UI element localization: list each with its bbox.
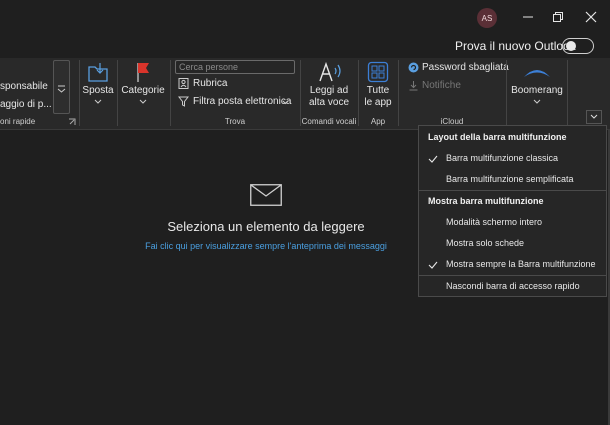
toggle-knob bbox=[566, 41, 576, 51]
filter-email-button[interactable]: Filtra posta elettronica bbox=[193, 96, 291, 107]
all-apps-button[interactable]: Tutte le app bbox=[362, 61, 394, 113]
read-aloud-button[interactable]: Leggi ad alta voce bbox=[303, 61, 355, 113]
icloud-notifications-button[interactable]: Notifiche bbox=[422, 80, 461, 91]
minimize-icon bbox=[523, 16, 533, 18]
ribbon-display-menu: Layout della barra multifunzione Barra m… bbox=[418, 125, 607, 297]
search-people-input[interactable]: Cerca persone bbox=[175, 60, 295, 74]
voice-commands-group-label: Comandi vocali bbox=[301, 117, 357, 126]
ribbon: sponsabile aggio di p... oni rapide Spos… bbox=[0, 58, 610, 130]
menu-divider bbox=[419, 275, 606, 276]
separator bbox=[567, 60, 568, 126]
all-apps-label-1: Tutte bbox=[366, 85, 390, 96]
flag-icon bbox=[137, 63, 149, 82]
dialog-launcher-icon[interactable] bbox=[68, 118, 76, 126]
read-aloud-label-2: alta voce bbox=[308, 97, 350, 108]
user-avatar[interactable]: AS bbox=[477, 8, 497, 28]
move-label: Sposta bbox=[82, 85, 114, 96]
separator bbox=[79, 60, 80, 126]
envelope-icon bbox=[250, 184, 282, 206]
app-group-label: App bbox=[370, 117, 386, 126]
checkmark-icon bbox=[428, 261, 438, 269]
boomerang-icon bbox=[524, 70, 550, 77]
quick-step-item-2[interactable]: aggio di p... bbox=[0, 99, 52, 110]
filter-icon bbox=[178, 96, 189, 107]
categorize-button[interactable]: Categorie bbox=[121, 60, 165, 112]
apps-grid-icon bbox=[367, 61, 389, 83]
chevron-down-icon bbox=[590, 114, 598, 119]
try-new-outlook-toggle[interactable] bbox=[562, 38, 594, 54]
ribbon-display-options-button[interactable] bbox=[586, 110, 602, 124]
chevron-down-icon bbox=[94, 99, 102, 104]
restore-button[interactable] bbox=[551, 10, 565, 24]
title-bar: AS bbox=[0, 0, 610, 34]
chevron-down-icon bbox=[139, 99, 147, 104]
menu-item-always-show-ribbon[interactable]: Mostra sempre la Barra multifunzione bbox=[446, 259, 596, 269]
address-book-button[interactable]: Rubrica bbox=[193, 78, 227, 89]
categorize-label: Categorie bbox=[121, 85, 165, 96]
all-apps-label-2: le app bbox=[364, 97, 392, 108]
menu-item-classic-ribbon[interactable]: Barra multifunzione classica bbox=[446, 153, 558, 163]
separator bbox=[117, 60, 118, 126]
separator bbox=[506, 60, 507, 126]
chevron-down-icon bbox=[57, 85, 66, 93]
boomerang-label: Boomerang bbox=[511, 85, 563, 96]
quick-steps-group-label: oni rapide bbox=[0, 117, 36, 126]
icloud-password-icon bbox=[408, 62, 419, 73]
try-new-outlook-label: Prova il nuovo Outlook bbox=[455, 39, 576, 53]
minimize-button[interactable] bbox=[521, 10, 535, 24]
menu-header-layout: Layout della barra multifunzione bbox=[428, 132, 567, 142]
find-group-label: Trova bbox=[224, 117, 246, 126]
try-new-outlook-bar: Prova il nuovo Outlook bbox=[0, 34, 610, 58]
address-book-icon bbox=[178, 78, 189, 89]
menu-item-simplified-ribbon[interactable]: Barra multifunzione semplificata bbox=[446, 174, 574, 184]
menu-header-show-ribbon: Mostra barra multifunzione bbox=[428, 196, 544, 206]
chevron-down-icon bbox=[533, 99, 541, 104]
restore-icon bbox=[553, 12, 563, 22]
quick-steps-gallery-more[interactable] bbox=[53, 60, 70, 114]
close-icon bbox=[585, 11, 597, 23]
chevron-down-icon bbox=[282, 100, 289, 105]
quick-step-item-1[interactable]: sponsabile bbox=[0, 81, 48, 92]
checkmark-icon bbox=[428, 155, 438, 163]
read-aloud-label-1: Leggi ad bbox=[309, 85, 349, 96]
boomerang-button[interactable]: Boomerang bbox=[510, 63, 564, 113]
move-folder-icon bbox=[88, 63, 108, 82]
read-aloud-icon bbox=[319, 61, 341, 82]
icloud-password-button[interactable]: Password sbagliata bbox=[422, 62, 509, 73]
menu-item-fullscreen[interactable]: Modalità schermo intero bbox=[446, 217, 542, 227]
close-button[interactable] bbox=[584, 10, 598, 24]
menu-divider bbox=[419, 190, 606, 191]
notifications-icon bbox=[409, 81, 418, 91]
menu-item-show-tabs-only[interactable]: Mostra solo schede bbox=[446, 238, 524, 248]
menu-item-hide-quick-access[interactable]: Nascondi barra di accesso rapido bbox=[446, 281, 580, 291]
move-button[interactable]: Sposta bbox=[82, 60, 114, 112]
